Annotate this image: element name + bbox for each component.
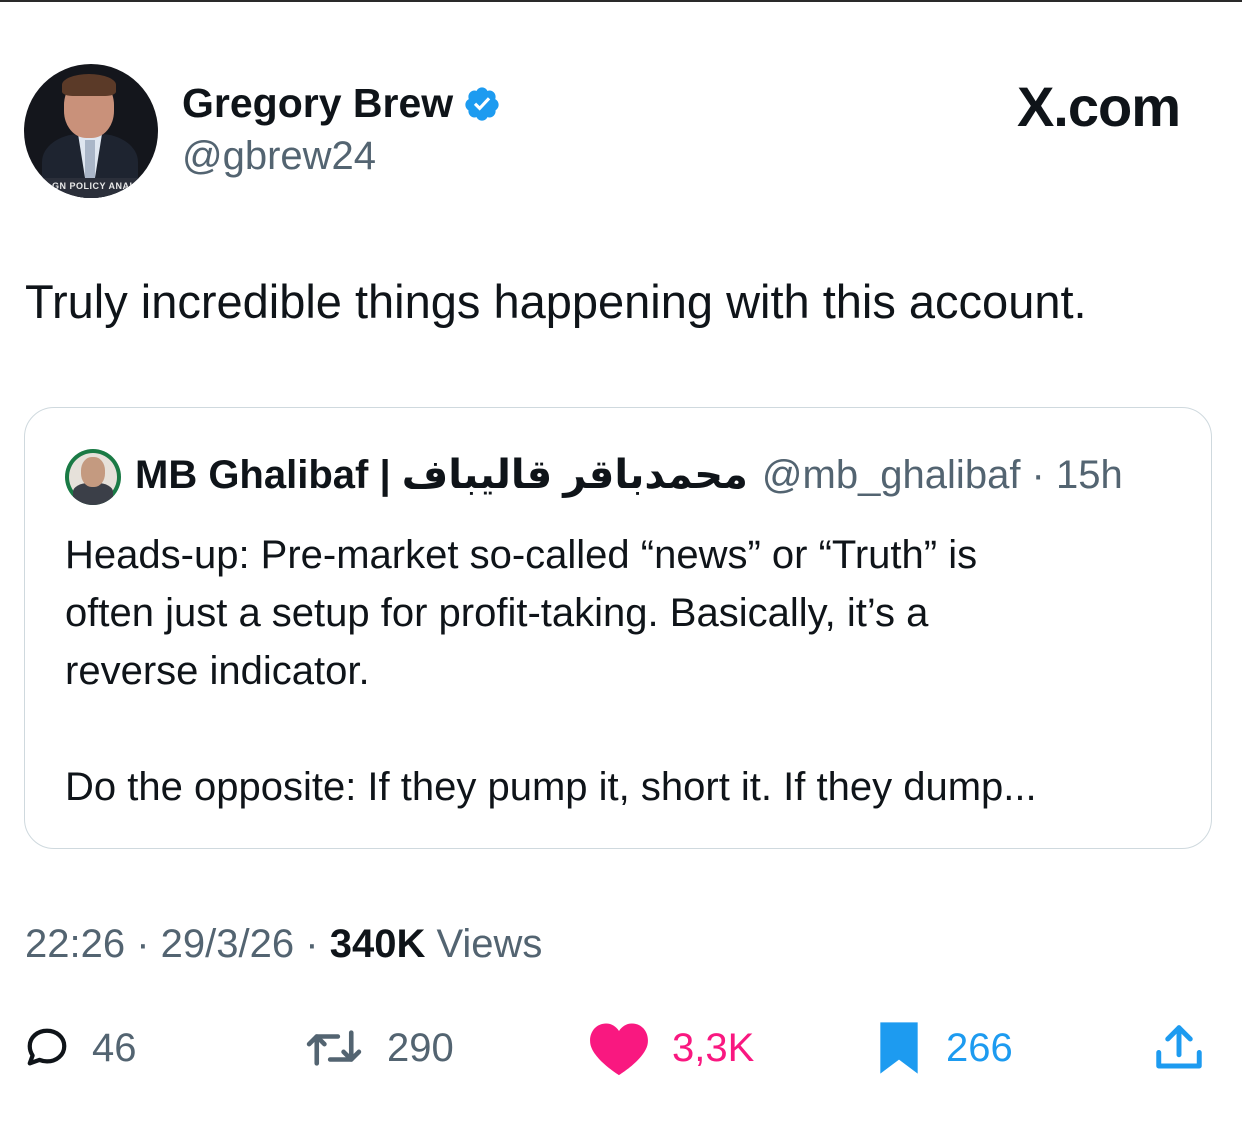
separator-dot: ·	[305, 922, 330, 966]
share-icon	[1156, 1025, 1202, 1069]
bookmark-icon	[880, 1022, 918, 1074]
author-avatar[interactable]: GN POLICY ANAL	[24, 64, 158, 198]
tweet-text: Truly incredible things happening with t…	[25, 275, 1087, 328]
bookmark-button[interactable]: 266	[874, 1018, 1013, 1078]
quoted-line: often just a setup for profit-taking. Ba…	[65, 591, 929, 635]
repost-count: 290	[387, 1025, 454, 1070]
quoted-author-name[interactable]: MB Ghalibaf | محمدباقر قالیباف	[135, 452, 748, 498]
tweet-meta: 22:26 · 29/3/26 · 340K Views	[25, 922, 542, 967]
author-handle[interactable]: @gbrew24	[182, 134, 376, 179]
brand-watermark: X.com	[1016, 75, 1181, 138]
repost-button[interactable]: 290	[303, 1018, 454, 1078]
reply-icon	[27, 1028, 67, 1066]
verified-badge-icon	[465, 86, 499, 121]
quoted-tweet-card[interactable]: MB Ghalibaf | محمدباقر قالیباف @mb_ghali…	[24, 407, 1212, 849]
avatar-hair	[62, 74, 116, 96]
avatar-banner: GN POLICY ANAL	[24, 178, 158, 198]
reply-count: 46	[92, 1025, 137, 1070]
quoted-tweet-text: Heads-up: Pre-market so-called “news” or…	[65, 526, 1037, 816]
tweet-time[interactable]: 22:26	[25, 922, 125, 966]
like-button[interactable]: 3,3K	[588, 1018, 754, 1078]
tweet-date[interactable]: 29/3/26	[161, 922, 294, 966]
quoted-author-avatar[interactable]	[65, 449, 121, 505]
top-divider	[0, 0, 1242, 2]
bookmark-count: 266	[946, 1025, 1013, 1070]
author-display-name[interactable]: Gregory Brew	[182, 80, 453, 127]
repost-icon	[306, 1030, 362, 1066]
reply-button[interactable]: 46	[24, 1018, 137, 1078]
quoted-header: MB Ghalibaf | محمدباقر قالیباف @mb_ghali…	[135, 452, 1123, 498]
quoted-line: reverse indicator.	[65, 649, 370, 693]
quoted-line: Heads-up: Pre-market so-called “news” or…	[65, 533, 978, 577]
like-count: 3,3K	[672, 1025, 755, 1070]
views-count: 340K	[329, 922, 426, 966]
heart-icon	[590, 1023, 648, 1076]
avatar-banner-text: GN POLICY ANAL	[52, 181, 136, 191]
views-label: Views	[436, 922, 543, 966]
author-name-row[interactable]: Gregory Brew	[182, 80, 501, 127]
quoted-avatar-face	[81, 457, 105, 487]
quoted-author-meta: @mb_ghalibaf · 15h	[761, 453, 1123, 497]
separator-dot: ·	[136, 922, 161, 966]
share-button[interactable]	[1152, 1018, 1206, 1078]
quoted-line: Do the opposite: If they pump it, short …	[65, 765, 1037, 809]
